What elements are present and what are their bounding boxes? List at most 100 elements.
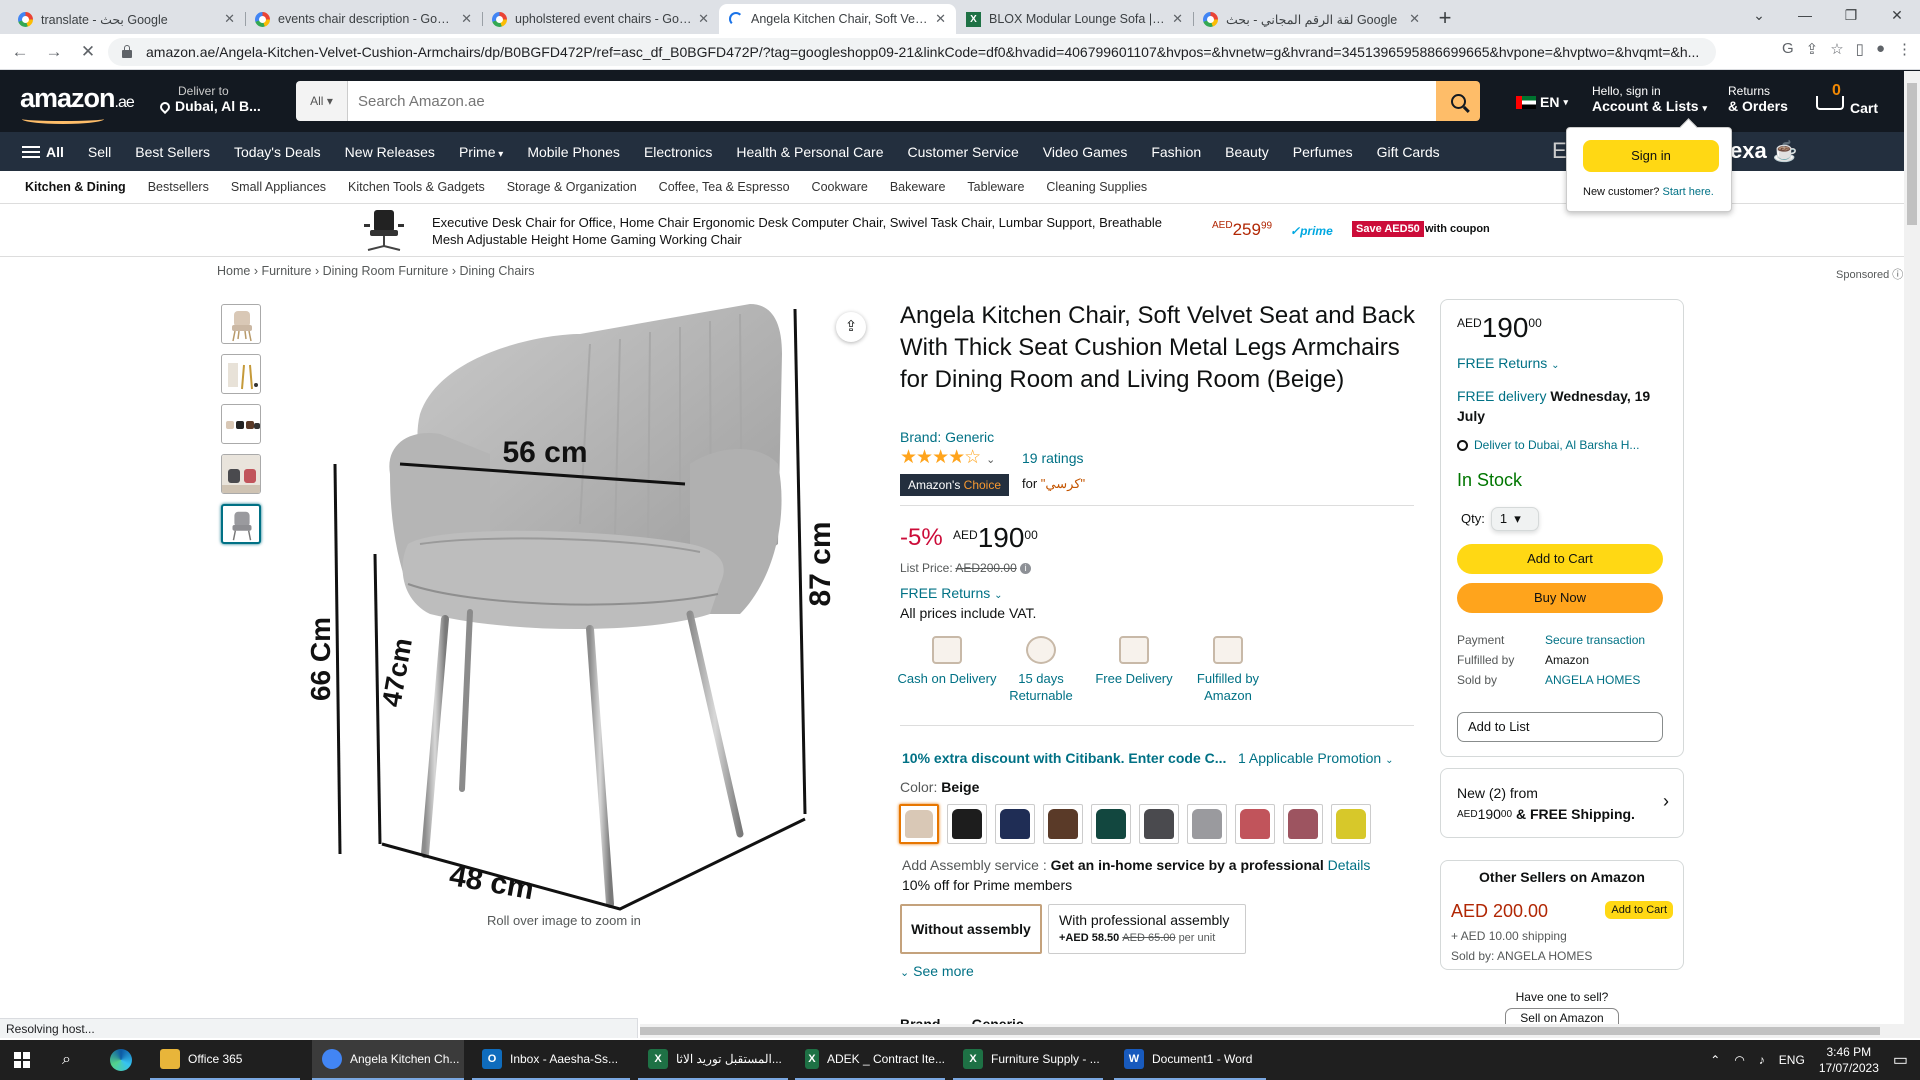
banner-text[interactable]: Executive Desk Chair for Office, Home Ch… (432, 214, 1172, 248)
input-language[interactable]: ENG (1779, 1053, 1805, 1067)
nav-item-electronics[interactable]: Electronics (644, 144, 712, 160)
feature-fulfilled-by-amazon[interactable]: Fulfilled by Amazon (1178, 636, 1278, 704)
url-text[interactable]: amazon.ae/Angela-Kitchen-Velvet-Cushion-… (146, 44, 1699, 60)
nav-item-beauty[interactable]: Beauty (1225, 144, 1269, 160)
brand-link[interactable]: Brand: Generic (900, 429, 994, 445)
subnav-item[interactable]: Bestsellers (148, 180, 209, 194)
search-button[interactable] (1436, 81, 1480, 121)
chevron-up-icon[interactable]: ⌃ (1710, 1053, 1720, 1067)
nav-item-gift-cards[interactable]: Gift Cards (1377, 144, 1440, 160)
side-panel-icon[interactable]: ▯ (1856, 40, 1864, 58)
lock-icon[interactable] (122, 45, 132, 58)
horizontal-scrollbar[interactable] (640, 1024, 1904, 1038)
address-bar[interactable]: amazon.ae/Angela-Kitchen-Velvet-Cushion-… (108, 38, 1716, 66)
breadcrumb-link[interactable]: Dining Chairs (459, 264, 534, 278)
subnav-item[interactable]: Kitchen Tools & Gadgets (348, 180, 485, 194)
close-tab-icon[interactable]: ✕ (698, 11, 709, 27)
subnav-item[interactable]: Bakeware (890, 180, 946, 194)
google-lens-icon[interactable]: G (1782, 40, 1794, 58)
buy-now-button[interactable]: Buy Now (1457, 583, 1663, 613)
account-menu[interactable]: Hello, sign in Account & Lists ▾ (1592, 84, 1707, 116)
nav-item-best-sellers[interactable]: Best Sellers (135, 144, 210, 160)
gallery-thumbnail[interactable] (221, 354, 261, 394)
color-swatch[interactable] (1283, 804, 1323, 844)
gallery-thumbnail[interactable] (221, 454, 261, 494)
clock[interactable]: 3:46 PM 17/07/2023 (1819, 1044, 1879, 1076)
bookmark-star-icon[interactable]: ☆ (1830, 40, 1843, 58)
returns-orders[interactable]: Returns & Orders (1728, 84, 1788, 114)
buybox-free-returns[interactable]: FREE Returns ⌄ (1457, 355, 1560, 371)
see-more-link[interactable]: ⌄ See more (900, 963, 974, 979)
color-swatch[interactable] (1187, 804, 1227, 844)
signin-button[interactable]: Sign in (1583, 140, 1719, 172)
color-swatch[interactable] (1043, 804, 1083, 844)
share-icon[interactable]: ⇪ (836, 312, 866, 342)
share-page-icon[interactable]: ⇪ (1806, 40, 1819, 58)
nav-item-mobile-phones[interactable]: Mobile Phones (527, 144, 620, 160)
taskbar-app[interactable]: X Furniture Supply - ... (953, 1040, 1103, 1080)
scrollbar-thumb[interactable] (1907, 83, 1917, 225)
tab-search-icon[interactable]: ⌄ (1736, 0, 1782, 30)
gallery-thumbnail[interactable] (221, 404, 261, 444)
close-window-button[interactable]: ✕ (1874, 0, 1920, 30)
add-to-cart-button[interactable]: Add to Cart (1457, 544, 1663, 574)
nav-item-fashion[interactable]: Fashion (1151, 144, 1201, 160)
nav-item-today-s-deals[interactable]: Today's Deals (234, 144, 321, 160)
subnav-item[interactable]: Cookware (812, 180, 868, 194)
color-swatch[interactable] (1235, 804, 1275, 844)
new-tab-button[interactable]: + (1430, 4, 1460, 34)
add-to-list-button[interactable]: Add to List (1457, 712, 1663, 742)
sponsored-label[interactable]: Sponsored ⓘ (1836, 266, 1903, 282)
start-here-link[interactable]: Start here. (1662, 186, 1713, 198)
nav-item-sell[interactable]: Sell (88, 144, 111, 160)
color-swatch[interactable] (1091, 804, 1131, 844)
browser-tab[interactable]: events chair description - Google ✕ (245, 4, 482, 34)
color-swatch[interactable] (947, 804, 987, 844)
close-tab-icon[interactable]: ✕ (1172, 11, 1183, 27)
edge-icon[interactable] (110, 1049, 132, 1071)
free-returns-link[interactable]: FREE Returns ⌄ (900, 585, 1003, 601)
stop-loading-icon[interactable]: ✕ (74, 42, 102, 62)
deliver-to[interactable]: Deliver to Dubai, Al B... (157, 84, 261, 115)
profile-icon[interactable]: ● (1876, 40, 1885, 58)
choice-keyword[interactable]: for "كرسي" (1022, 476, 1085, 492)
applicable-promotion[interactable]: 1 Applicable Promotion ⌄ (1238, 750, 1393, 766)
taskbar-app[interactable]: O Inbox - Aaesha-Ss... (472, 1040, 630, 1080)
subnav-item[interactable]: Cleaning Supplies (1046, 180, 1147, 194)
browser-tab[interactable]: upholstered event chairs - Google ✕ (482, 4, 719, 34)
subnav-item[interactable]: Kitchen & Dining (25, 180, 126, 194)
secure-transaction-link[interactable]: Secure transaction (1545, 633, 1645, 647)
color-swatch[interactable] (1331, 804, 1371, 844)
forward-icon[interactable]: → (40, 42, 68, 62)
volume-icon[interactable]: ♪ (1759, 1053, 1765, 1067)
deliver-location-link[interactable]: Deliver to Dubai, Al Barsha H... (1457, 438, 1639, 452)
new-offers-box[interactable]: New (2) from AED19000 & FREE Shipping. › (1440, 768, 1684, 838)
color-swatch[interactable] (1139, 804, 1179, 844)
breadcrumb-link[interactable]: Dining Room Furniture (323, 264, 449, 278)
subnav-item[interactable]: Coffee, Tea & Espresso (659, 180, 790, 194)
breadcrumb-link[interactable]: Furniture (261, 264, 311, 278)
all-menu-button[interactable]: All (22, 144, 64, 160)
nav-item-video-games[interactable]: Video Games (1043, 144, 1128, 160)
wifi-icon[interactable]: ◠ (1734, 1053, 1744, 1067)
sponsored-banner[interactable]: Executive Desk Chair for Office, Home Ch… (0, 205, 1920, 257)
browser-tab[interactable]: لقة الرقم المجاني - بحث Google ✕ (1193, 4, 1430, 34)
option-with-assembly[interactable]: With professional assembly +AED 58.50 AED… (1048, 904, 1246, 954)
assembly-details-link[interactable]: Details (1328, 857, 1371, 873)
gallery-thumbnail[interactable] (221, 304, 261, 344)
seller-link[interactable]: ANGELA HOMES (1545, 673, 1640, 687)
close-tab-icon[interactable]: ✕ (935, 11, 946, 27)
maximize-button[interactable]: ❐ (1828, 0, 1874, 30)
breadcrumb-link[interactable]: Home (217, 264, 250, 278)
taskbar-app[interactable]: W Document1 - Word (1114, 1040, 1266, 1080)
vertical-scrollbar[interactable] (1904, 71, 1920, 1038)
nav-item-prime[interactable]: Prime ▾ (459, 144, 503, 160)
ratings-link[interactable]: 19 ratings (1022, 450, 1083, 466)
nav-item-health-personal-care[interactable]: Health & Personal Care (736, 144, 883, 160)
menu-icon[interactable]: ⋮ (1897, 40, 1912, 58)
nav-item-customer-service[interactable]: Customer Service (907, 144, 1018, 160)
sell-on-amazon-button[interactable]: Sell on Amazon (1505, 1008, 1619, 1024)
nav-item-new-releases[interactable]: New Releases (345, 144, 435, 160)
scrollbar-thumb[interactable] (640, 1027, 1880, 1035)
close-tab-icon[interactable]: ✕ (461, 11, 472, 27)
